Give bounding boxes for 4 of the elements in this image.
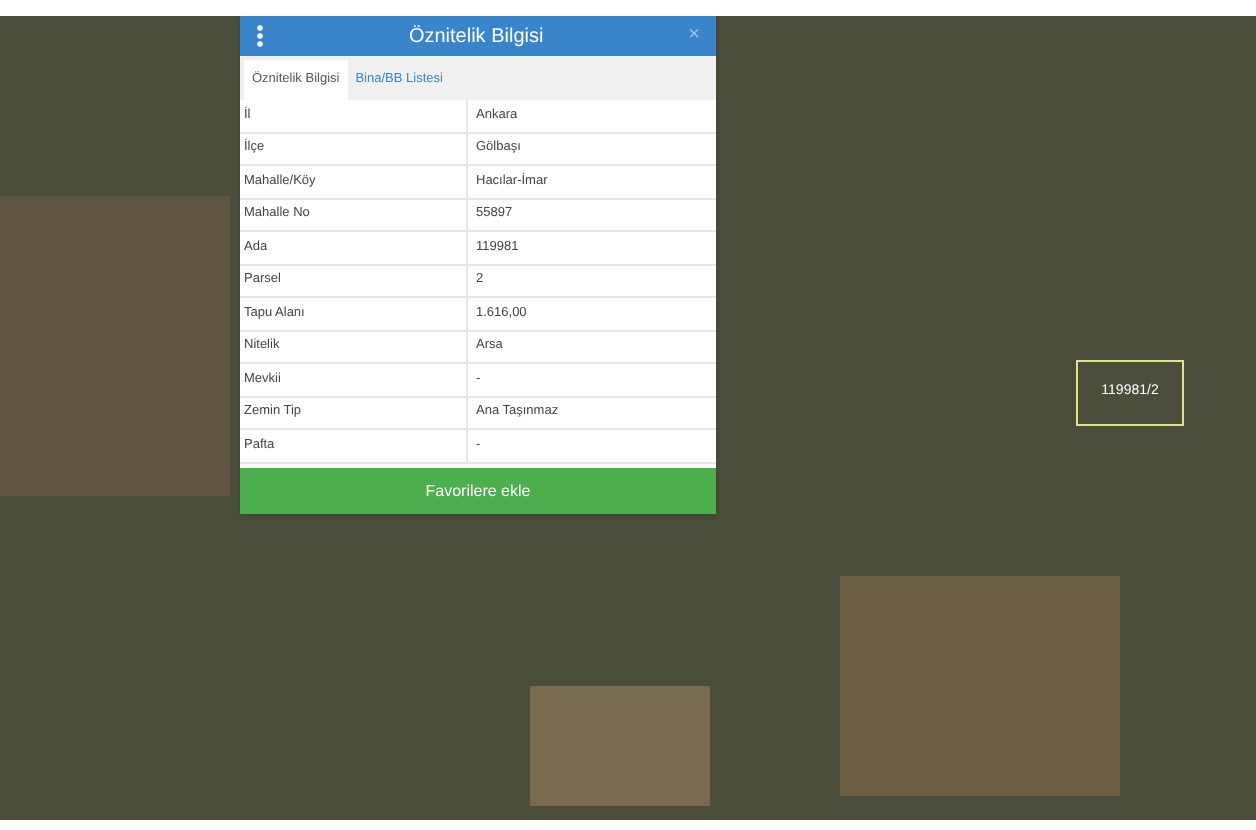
menu-icon[interactable] bbox=[256, 24, 264, 48]
add-to-favorites-button[interactable]: Favorilere ekle bbox=[240, 468, 716, 514]
close-button[interactable]: × bbox=[688, 26, 700, 46]
panel-title: Öznitelik Bilgisi bbox=[406, 23, 546, 51]
